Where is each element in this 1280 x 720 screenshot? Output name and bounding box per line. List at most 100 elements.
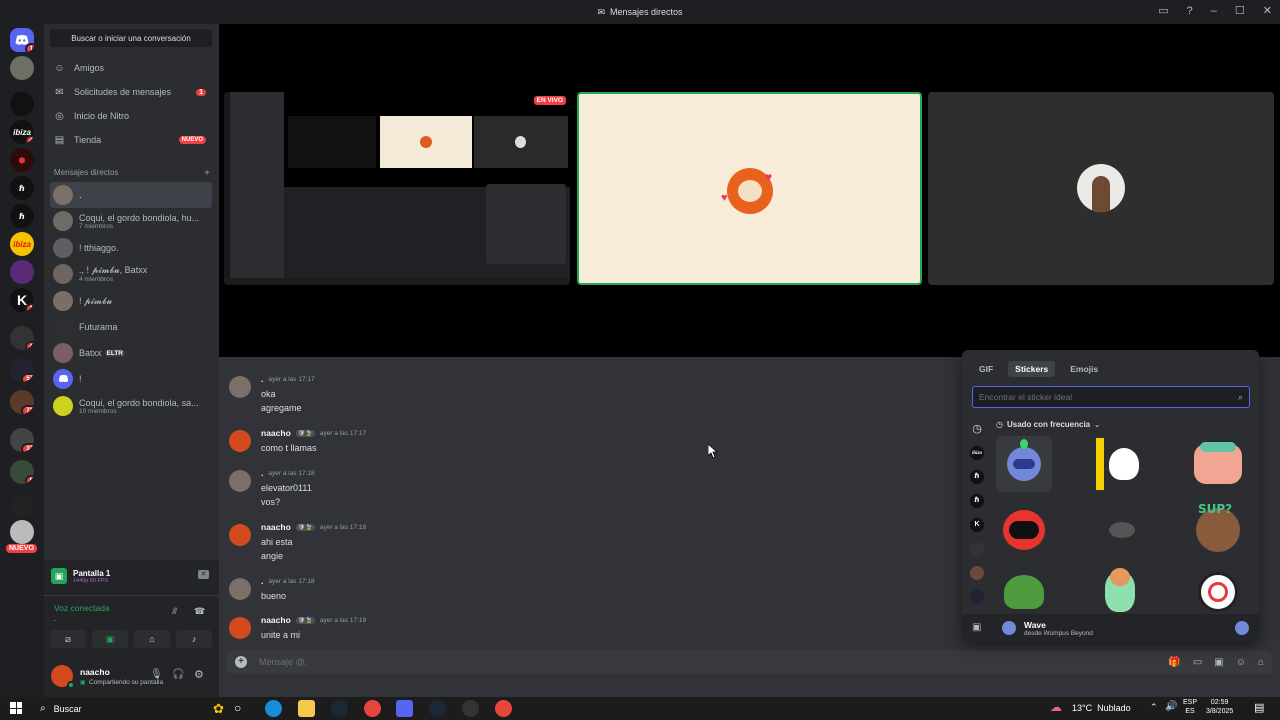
message-composer[interactable]: + Mensaje @. 🎁 ▭ ▣ ☺ ⌂ <box>227 650 1272 674</box>
message-author[interactable]: . <box>261 576 263 586</box>
share-screen-button[interactable]: ▣ <box>92 630 128 648</box>
disconnect-icon[interactable]: ☎ <box>194 606 205 617</box>
help-icon[interactable]: ? <box>1187 5 1193 17</box>
minimize-button[interactable]: – <box>1211 5 1217 17</box>
message-author[interactable]: naacho <box>261 522 291 532</box>
dm-item[interactable]: Coqui, el gordo bondiola, hu... 7 miembro… <box>50 208 212 234</box>
file-explorer-icon[interactable] <box>298 700 315 717</box>
category-ibiza[interactable]: ibiza <box>970 446 984 460</box>
activities-button[interactable]: ⌂ <box>134 630 170 648</box>
tab-gif[interactable]: GIF <box>972 361 1000 377</box>
gift-icon[interactable]: 🎁 <box>1168 657 1180 668</box>
screen-share-info[interactable]: ▣ Pantalla 1 1440p 60 FPS <box>51 568 110 584</box>
sticker-ban[interactable] <box>1190 564 1246 620</box>
avatar[interactable] <box>229 617 251 639</box>
settings-gear-icon[interactable]: ⚙ <box>194 668 204 681</box>
category-h2[interactable]: ℏ <box>970 494 984 508</box>
participant-tile-speaking[interactable]: ♥ ♥ <box>577 92 922 285</box>
server-icon-ibiza-yellow[interactable]: ibiza <box>10 232 34 256</box>
sticker-robot[interactable] <box>996 502 1052 558</box>
participant-tile[interactable] <box>928 92 1274 285</box>
chrome-icon[interactable] <box>364 700 381 717</box>
sticker-cat[interactable] <box>1092 564 1148 620</box>
chevron-up-icon[interactable]: ⌃ <box>1150 702 1158 713</box>
server-icon-grid[interactable]: 37 <box>10 428 34 452</box>
speaker-icon[interactable]: 🔊 <box>1165 701 1177 712</box>
server-icon-colorful[interactable]: 72 <box>10 390 34 414</box>
close-button[interactable]: ✕ <box>1263 4 1272 17</box>
sticker-pink[interactable] <box>1190 436 1246 492</box>
nav-shop[interactable]: ▤ Tienda NUEVO <box>50 130 212 150</box>
dm-item[interactable]: . <box>50 182 212 208</box>
server-icon-dark[interactable] <box>10 92 34 116</box>
headphones-icon[interactable]: 🎧 <box>172 669 184 680</box>
weather-text[interactable]: 13°C Nublado <box>1072 703 1131 713</box>
search-conversation-button[interactable]: Buscar o iniciar una conversación <box>50 29 212 47</box>
category-photo[interactable] <box>970 566 984 580</box>
message-input[interactable]: Mensaje @. <box>259 657 307 667</box>
category-k[interactable]: K <box>970 518 984 532</box>
clock[interactable]: 02:59 3/8/2025 <box>1206 698 1233 716</box>
dm-item[interactable]: Futurama <box>50 314 212 340</box>
add-dm-icon[interactable]: + <box>204 168 210 179</box>
notifications-icon[interactable]: ▤ <box>1254 701 1264 714</box>
steam-icon[interactable] <box>429 700 446 717</box>
edge-icon[interactable] <box>265 700 282 717</box>
server-icon-mosaic[interactable]: 5 <box>10 460 34 484</box>
task-view-icon[interactable]: ○ <box>234 701 241 715</box>
avatar[interactable] <box>229 578 251 600</box>
discord-icon[interactable] <box>396 700 413 717</box>
avatar[interactable] <box>51 665 75 689</box>
chrome-icon[interactable] <box>495 700 512 717</box>
windows-start-icon[interactable] <box>10 702 22 714</box>
tab-stickers[interactable]: Stickers <box>1008 361 1056 377</box>
stop-stream-icon[interactable]: ✕ <box>198 570 209 579</box>
tab-emojis[interactable]: Emojis <box>1063 361 1105 377</box>
stream-tile[interactable]: EN VIVO <box>224 92 570 285</box>
microphone-icon[interactable]: 🎙 <box>150 669 163 680</box>
message-author[interactable]: . <box>261 374 263 384</box>
dm-item[interactable]: Batxx ELTR <box>50 340 212 366</box>
sticker-icon[interactable]: ▣ <box>1214 657 1223 668</box>
server-icon-flag[interactable]: 57 <box>10 358 34 382</box>
category-flag[interactable] <box>970 590 984 604</box>
noise-suppression-icon[interactable]: ⫻ <box>172 606 177 617</box>
sticker-ghost[interactable] <box>1090 436 1146 492</box>
server-icon-avatar[interactable] <box>10 56 34 80</box>
message-author[interactable]: . <box>261 468 263 478</box>
dm-item[interactable]: ! tthiaggo. <box>50 235 212 261</box>
server-icon-red[interactable]: ⬢ <box>10 148 34 172</box>
apps-icon[interactable]: ⌂ <box>1258 657 1264 668</box>
category-h[interactable]: ℏ <box>970 470 984 484</box>
sticker-sup[interactable]: SUP? <box>1190 502 1246 558</box>
server-icon-h2[interactable]: ℏ <box>10 204 34 228</box>
maximize-button[interactable]: ☐ <box>1235 4 1245 17</box>
avatar[interactable] <box>229 430 251 452</box>
avatar[interactable] <box>229 376 251 398</box>
sticker-rat[interactable] <box>1094 502 1150 558</box>
group-frequent[interactable]: ◷ Usado con frecuencia ⌄ <box>996 420 1100 429</box>
camera-off-button[interactable]: ⧄ <box>50 630 86 648</box>
taskbar-search[interactable]: ⌕ Buscar ✿ <box>32 699 224 718</box>
nav-message-requests[interactable]: ✉ Solicitudes de mensajes 1 <box>50 82 212 102</box>
nav-nitro[interactable]: ◎ Inicio de Nitro <box>50 106 212 126</box>
dm-item[interactable]: ., ! 𝓹𝓲𝓶𝓫𝓾, Batxx 4 miembros <box>50 261 212 287</box>
server-icon-gray[interactable] <box>10 494 34 518</box>
steam-icon[interactable] <box>331 700 348 717</box>
inbox-icon[interactable]: ▭ <box>1158 4 1168 17</box>
server-icon-k[interactable]: K 1 <box>10 288 34 312</box>
dm-item[interactable]: Coqui, el gordo bondiola, sa... 10 miembr… <box>50 393 212 419</box>
epic-icon[interactable] <box>462 700 479 717</box>
add-attachment-icon[interactable]: + <box>235 656 247 668</box>
message-author[interactable]: naacho <box>261 615 291 625</box>
gif-icon[interactable]: ▭ <box>1193 657 1202 668</box>
nav-friends[interactable]: ☺ Amigos <box>50 58 212 78</box>
clock-icon[interactable]: ◷ <box>970 422 984 436</box>
sticker-search-input[interactable]: Encontrar el sticker ideal ⌕ <box>972 386 1250 408</box>
avatar[interactable] <box>229 470 251 492</box>
server-icon-ibiza[interactable]: ibiza 4 <box>10 120 34 144</box>
server-icon-h[interactable]: ℏ <box>10 176 34 200</box>
server-icon-light[interactable] <box>10 520 34 544</box>
emoji-icon[interactable]: ☺ <box>1236 657 1246 668</box>
server-icon-group[interactable]: 4 <box>10 326 34 350</box>
